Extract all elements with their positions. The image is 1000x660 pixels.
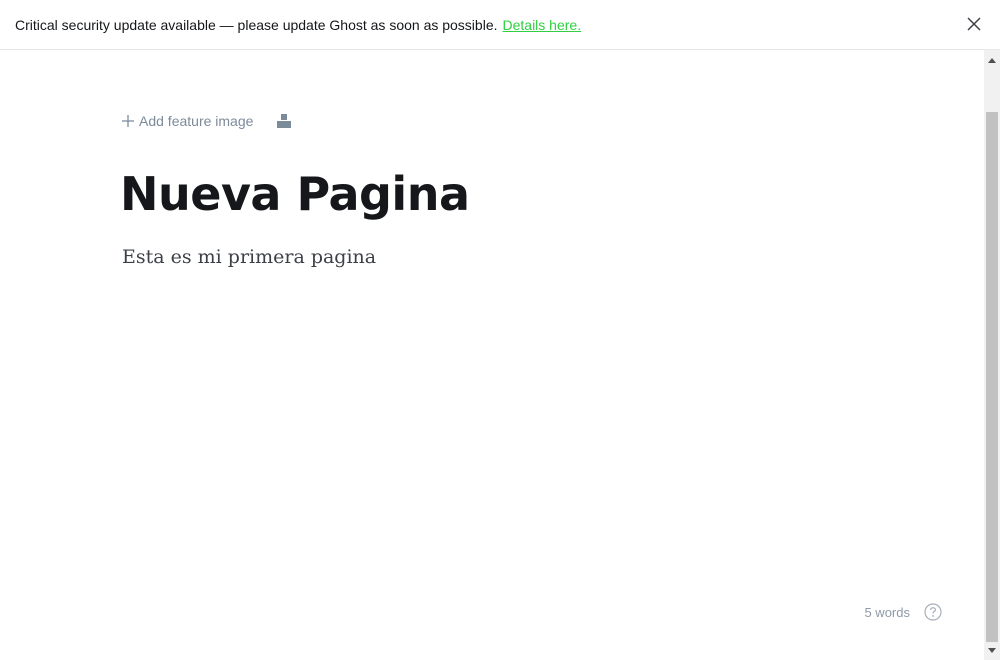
banner-message: Critical security update available — ple…: [15, 16, 498, 33]
vertical-scrollbar[interactable]: [984, 50, 1000, 660]
editor-footer: 5 words: [864, 603, 942, 621]
word-count: 5 words: [864, 604, 910, 620]
plus-icon: [122, 115, 134, 127]
feature-image-row: Add feature image: [122, 113, 292, 129]
scroll-thumb[interactable]: [986, 112, 998, 642]
page-body-text[interactable]: Esta es mi primera pagina: [122, 246, 376, 268]
snippet-icon[interactable]: [277, 114, 292, 128]
close-icon[interactable]: [964, 14, 984, 34]
page-title[interactable]: Nueva Pagina: [120, 167, 470, 221]
help-icon[interactable]: [924, 603, 942, 621]
add-feature-image-label: Add feature image: [139, 113, 254, 129]
security-banner: Critical security update available — ple…: [0, 0, 1000, 50]
banner-details-link[interactable]: Details here.: [503, 17, 582, 33]
editor-area[interactable]: Add feature image Nueva Pagina Esta es m…: [0, 51, 984, 660]
scroll-down-arrow-icon[interactable]: [984, 642, 1000, 658]
add-feature-image-button[interactable]: Add feature image: [122, 113, 253, 129]
scroll-up-arrow-icon[interactable]: [984, 52, 1000, 68]
